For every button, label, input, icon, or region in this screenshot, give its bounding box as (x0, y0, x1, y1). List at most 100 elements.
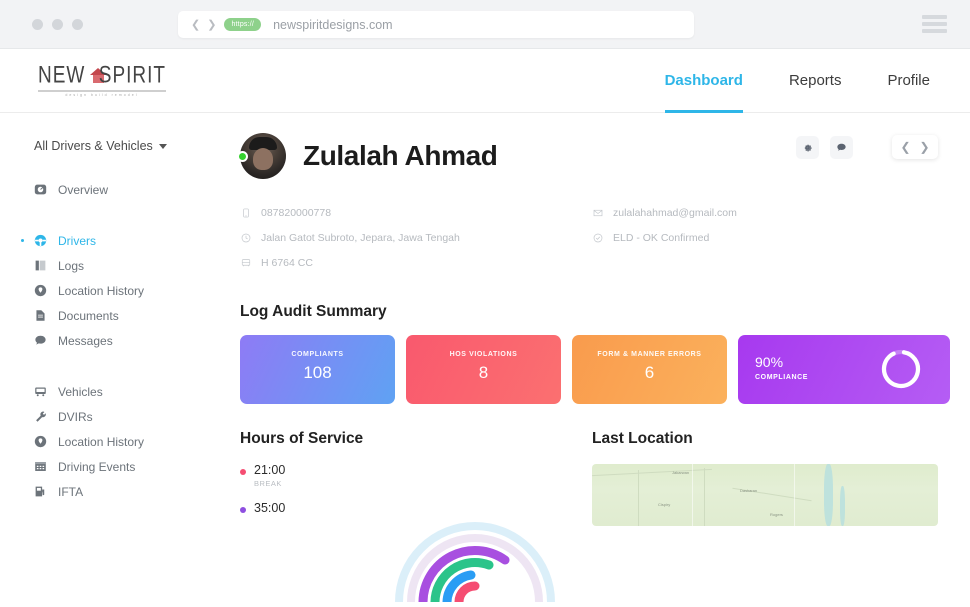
avatar[interactable] (237, 133, 286, 179)
card-label: FORM & MANNER ERRORS (597, 351, 702, 358)
hours-of-service-title: Hours of Service (240, 430, 364, 447)
house-icon (90, 68, 109, 83)
map-tile-seam (794, 464, 795, 526)
driver-vehicle-selector[interactable]: All Drivers & Vehicles (34, 139, 222, 153)
location-map[interactable]: Jakarwan Daskaran Cispiry Rogers (592, 464, 938, 526)
envelope-icon (592, 207, 604, 219)
back-icon[interactable]: ❮ (191, 18, 200, 31)
sidebar-item-messages[interactable]: Messages (0, 328, 222, 353)
sidebar-item-label: Documents (58, 308, 119, 323)
hos-legend: 21:00 BREAK 35:00 (240, 463, 592, 515)
card-value: 6 (644, 363, 655, 382)
compliance-label: COMPLIANCE (755, 374, 809, 381)
chevron-down-icon (158, 143, 167, 149)
card-hos-violations[interactable]: HOS VIOLATIONS 8 (406, 335, 561, 404)
card-value: 108 (303, 363, 332, 382)
sidebar-item-dvirs[interactable]: DVIRs (0, 404, 222, 429)
sidebar-item-overview[interactable]: Overview (0, 177, 222, 202)
map-water (824, 464, 833, 526)
book-icon (34, 259, 47, 272)
window-minimize-dot[interactable] (52, 18, 63, 30)
sidebar-item-label: IFTA (58, 484, 84, 499)
sidebar-item-ifta[interactable]: IFTA (0, 479, 222, 504)
message-button[interactable] (830, 135, 853, 159)
map-tile-seam (692, 464, 693, 526)
legend-label: BREAK (254, 479, 282, 489)
wrench-icon (34, 410, 47, 423)
sidebar-item-documents[interactable]: Documents (0, 303, 222, 328)
address-bar[interactable]: ❮ ❯ https:// newspiritdesigns.com (178, 11, 694, 38)
sidebar-item-label: Location History (58, 283, 145, 298)
page-title: Zulalah Ahmad (303, 140, 498, 171)
detail-eld-status: ELD - OK Confirmed (592, 225, 737, 250)
sidebar-item-label: Overview (58, 182, 109, 197)
map-road (638, 470, 639, 526)
compliance-percent: 90% (755, 354, 784, 370)
lower-panels: Hours of Service 21:00 BREAK 35:00 Last … (240, 430, 938, 529)
pager-prev-icon[interactable]: ❮ (896, 140, 915, 154)
map-pin-icon (34, 284, 47, 297)
detail-email: zulalahahmad@gmail.com (592, 200, 737, 225)
nav-profile[interactable]: Profile (887, 49, 930, 112)
detail-phone: 087820000778 (240, 200, 592, 225)
pager-next-icon[interactable]: ❯ (915, 140, 934, 154)
log-audit-title: Log Audit Summary (240, 303, 387, 320)
chat-bubble-icon (837, 143, 846, 151)
logo-word-right: SPIRIT (98, 61, 166, 88)
window-close-dot[interactable] (32, 18, 43, 30)
profile-details-right: zulalahahmad@gmail.com ELD - OK Confirme… (592, 200, 737, 275)
sidebar: All Drivers & Vehicles Overview Drivers (0, 113, 222, 550)
profile-header: Zulalah Ahmad ❮ ❯ (237, 125, 938, 187)
hamburger-menu-icon[interactable] (922, 15, 947, 33)
fuel-pump-icon (34, 485, 47, 498)
sidebar-item-label: DVIRs (58, 409, 93, 424)
detail-value: H 6764 CC (261, 256, 313, 269)
map-road (704, 468, 705, 526)
steering-wheel-icon (34, 234, 47, 247)
profile-details-left: 087820000778 Jalan Gatot Subroto, Jepara… (240, 200, 592, 275)
calendar-icon (34, 460, 47, 473)
map-water (840, 486, 845, 526)
legend-item: 21:00 BREAK (240, 463, 592, 489)
settings-button[interactable] (796, 135, 819, 159)
map-label: Jakarwan (672, 470, 690, 475)
sidebar-item-location-history-2[interactable]: Location History (0, 429, 222, 454)
detail-value: 087820000778 (261, 206, 332, 219)
sidebar-item-location-history-1[interactable]: Location History (0, 278, 222, 303)
sidebar-item-label: Driving Events (58, 459, 136, 474)
window-maximize-dot[interactable] (72, 18, 83, 30)
compliance-ring (878, 346, 924, 397)
site-logo[interactable]: NEW SPIRIT design build remodel (38, 61, 166, 97)
record-pager: ❮ ❯ (892, 135, 938, 159)
detail-address: Jalan Gatot Subroto, Jepara, Jawa Tengah (240, 225, 592, 250)
card-compliants[interactable]: COMPLIANTS 108 (240, 335, 395, 404)
gauge-icon (34, 183, 47, 196)
legend-dot (240, 469, 246, 475)
legend-dot (240, 507, 246, 514)
profile-details: 087820000778 Jalan Gatot Subroto, Jepara… (240, 200, 938, 275)
status-badge (237, 151, 248, 162)
check-circle-icon (592, 232, 604, 244)
truck-icon (240, 257, 252, 269)
card-form-manner-errors[interactable]: FORM & MANNER ERRORS 6 (572, 335, 727, 404)
map-label: Rogers (770, 512, 783, 517)
browser-nav-arrows: ❮ ❯ (191, 18, 216, 31)
sidebar-item-vehicles[interactable]: Vehicles (0, 379, 222, 404)
sidebar-item-logs[interactable]: Logs (0, 253, 222, 278)
forward-icon[interactable]: ❯ (207, 18, 216, 31)
nav-reports[interactable]: Reports (789, 49, 842, 112)
card-label: HOS VIOLATIONS (449, 351, 518, 358)
nav-dashboard[interactable]: Dashboard (664, 49, 744, 113)
detail-vehicle: H 6764 CC (240, 250, 592, 275)
window-controls (32, 18, 83, 30)
card-compliance[interactable]: 90% COMPLIANCE (738, 335, 950, 404)
gear-icon (804, 144, 812, 151)
sidebar-item-driving-events[interactable]: Driving Events (0, 454, 222, 479)
primary-nav: Dashboard Reports Profile (664, 49, 930, 113)
sidebar-item-drivers[interactable]: Drivers (0, 228, 222, 253)
profile-actions: ❮ ❯ (796, 135, 938, 159)
sidebar-item-label: Drivers (58, 233, 96, 248)
sidebar-group-drivers: Drivers Logs Location History Documents (0, 228, 222, 353)
hos-arc-chart (385, 512, 565, 607)
card-value: 8 (478, 363, 489, 382)
